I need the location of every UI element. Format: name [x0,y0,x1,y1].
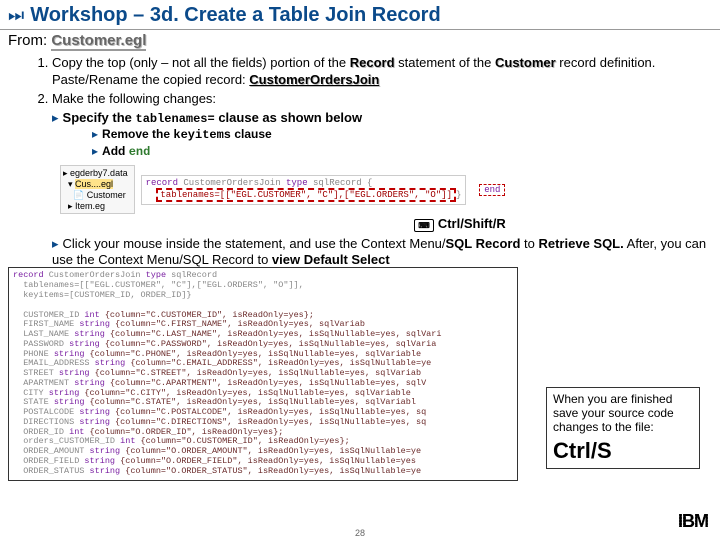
tree-item: ▸ Item.eg [63,201,128,212]
text: statement of the [395,55,495,70]
substep-add: ▸ Add end [0,143,720,161]
step-4: ▸ Click your mouse inside the statement, … [0,236,720,267]
text: clause [231,127,272,141]
text: Specify the [63,110,136,125]
keyboard-icon: ⌨ [414,219,434,232]
arrow-icon: ▸ [52,110,59,125]
arrow-icon: ▸ [92,144,98,158]
project-tree: ▸ egderby7.data ▾ Cus....egl 📄 Customer … [60,165,135,214]
text: Remove the [102,127,173,141]
step-1: Copy the top (only – not all the fields)… [52,55,720,89]
shortcut-ctrl-s: Ctrl/S [553,438,693,464]
save-text: When you are finished save your source c… [553,392,693,434]
view-default: view Default Select [272,252,390,267]
keyitems-kw: keyitems [173,128,231,142]
tree-item: ▾ Cus....egl [63,179,128,190]
tree-item: 📄 Customer [63,190,128,201]
figure-2: record CustomerOrdersJoin type sqlRecord… [0,267,720,480]
substep-remove: ▸ Remove the keyitems clause [0,126,720,144]
code-line: ORDER_STATUS string {column="O.ORDER_STA… [13,467,513,477]
save-instruction-box: When you are finished save your source c… [546,387,700,469]
end-callout: end [479,184,505,196]
step-3: ▸ Specify the tablenames= clause as shown… [0,110,720,126]
text: clause as shown below [215,110,362,125]
from-label: From: [8,32,51,49]
end-kw: end [129,145,151,159]
from-line: From: Customer.egl [0,30,720,53]
shortcut-ctrl-shift-r: ⌨Ctrl/Shift/R [200,216,720,232]
customer-kw: Customer [495,55,556,70]
code-snippet-2: record CustomerOrdersJoin type sqlRecord… [8,267,518,480]
record-kw: Record [350,55,395,70]
tree-item: ▸ egderby7.data [63,168,128,179]
figure-1: ▸ egderby7.data ▾ Cus....egl 📄 Customer … [60,165,720,214]
from-filename: Customer.egl [51,32,146,51]
text: to [520,236,538,251]
slide-header: ⏭ Workshop – 3d. Create a Table Join Rec… [0,0,720,30]
code-snippet-1: record CustomerOrdersJoin type sqlRecord… [141,175,467,205]
text: Copy the top (only – not all the fields)… [52,55,350,70]
fastforward-icon: ⏭ [8,5,24,26]
text: Click your mouse inside the statement, a… [63,236,446,251]
instruction-list: Copy the top (only – not all the fields)… [0,55,720,108]
ibm-logo: IBM [678,511,708,532]
tablenames-kw: tablenames= [136,112,215,126]
retrieve-sql: Retrieve SQL. [538,236,623,251]
page-number: 28 [355,528,365,538]
target-record: CustomerOrdersJoin [249,72,379,87]
sql-record: SQL Record [446,236,521,251]
code-line: record CustomerOrdersJoin type sqlRecord… [146,178,462,188]
code-line: keyitems=[CUSTOMER_ID, ORDER_ID]} [13,291,513,301]
arrow-icon: ▸ [52,236,59,251]
text: Add [102,144,129,158]
code-line: tablenames=[["EGL.CUSTOMER", "C"],["EGL.… [146,188,462,202]
arrow-icon: ▸ [92,127,98,141]
slide-title: Workshop – 3d. Create a Table Join Recor… [30,4,440,27]
step-2: Make the following changes: [52,91,720,108]
